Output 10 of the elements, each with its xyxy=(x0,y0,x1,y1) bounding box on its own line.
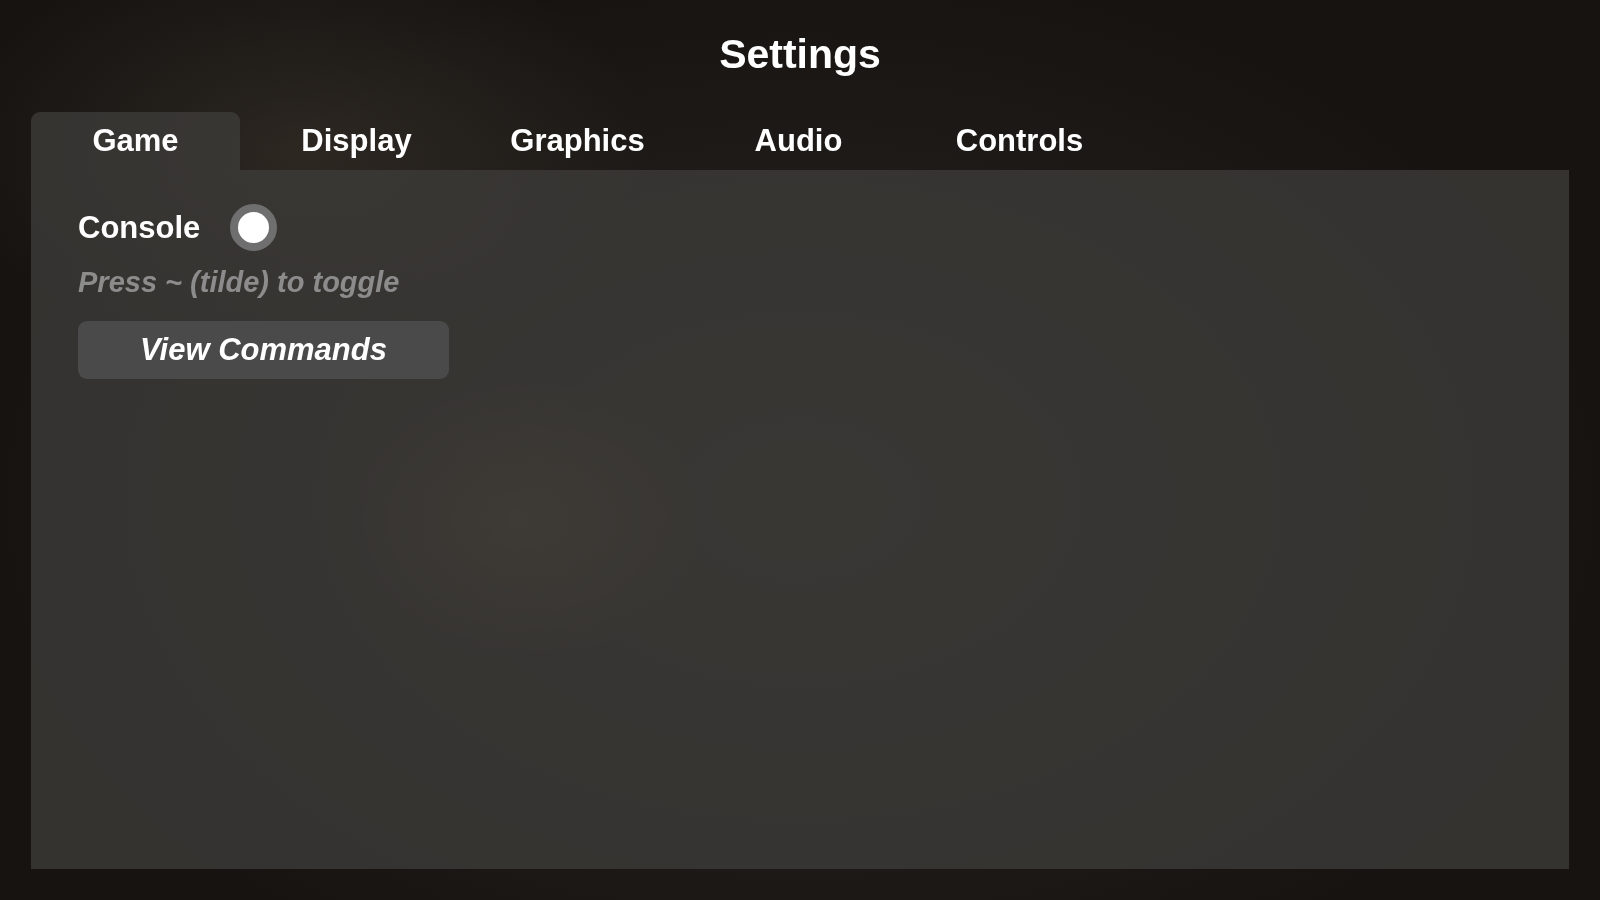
setting-hint: Press ~ (tilde) to toggle xyxy=(78,265,400,299)
toggle-switch[interactable] xyxy=(230,204,278,251)
tab[interactable]: Audio xyxy=(694,112,903,170)
tab[interactable]: Graphics xyxy=(473,112,682,170)
setting-label: Console xyxy=(78,209,201,246)
tab[interactable]: Game xyxy=(31,112,240,170)
view-commands-button[interactable]: View Commands xyxy=(78,321,449,379)
settings-title: Settings xyxy=(719,30,881,79)
tab[interactable]: Display xyxy=(252,112,461,170)
tab[interactable]: Controls xyxy=(915,112,1124,170)
